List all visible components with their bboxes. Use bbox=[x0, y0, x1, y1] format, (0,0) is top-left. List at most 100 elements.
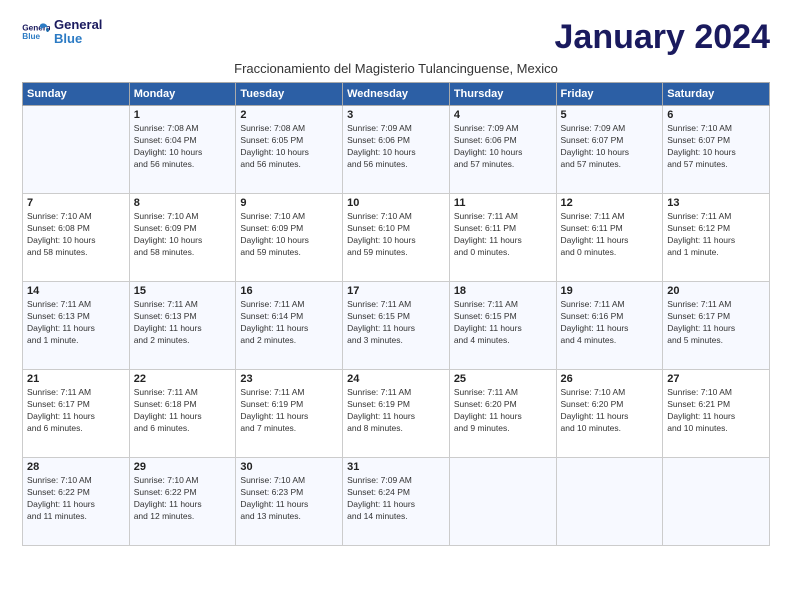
day-info: Sunrise: 7:11 AMSunset: 6:17 PMDaylight:… bbox=[27, 387, 125, 435]
logo-general: General bbox=[54, 18, 102, 32]
day-number: 3 bbox=[347, 109, 445, 121]
day-number: 26 bbox=[561, 373, 659, 385]
day-number: 2 bbox=[240, 109, 338, 121]
day-info: Sunrise: 7:10 AMSunset: 6:22 PMDaylight:… bbox=[134, 475, 232, 523]
table-row: 25Sunrise: 7:11 AMSunset: 6:20 PMDayligh… bbox=[449, 370, 556, 458]
day-number: 18 bbox=[454, 285, 552, 297]
day-number: 30 bbox=[240, 461, 338, 473]
table-row: 8Sunrise: 7:10 AMSunset: 6:09 PMDaylight… bbox=[129, 194, 236, 282]
day-info: Sunrise: 7:11 AMSunset: 6:16 PMDaylight:… bbox=[561, 299, 659, 347]
day-info: Sunrise: 7:10 AMSunset: 6:21 PMDaylight:… bbox=[667, 387, 765, 435]
day-info: Sunrise: 7:08 AMSunset: 6:05 PMDaylight:… bbox=[240, 123, 338, 171]
table-row bbox=[23, 106, 130, 194]
day-number: 1 bbox=[134, 109, 232, 121]
table-row: 21 Sunrise: 7:11 AMSunset: 6:17 PMDayligh… bbox=[23, 370, 130, 458]
table-row: 23 Sunrise: 7:11 AMSunset: 6:19 PMDayligh… bbox=[236, 370, 343, 458]
day-info: Sunrise: 7:09 AMSunset: 6:07 PMDaylight:… bbox=[561, 123, 659, 171]
day-info: Sunrise: 7:09 AMSunset: 6:06 PMDaylight:… bbox=[347, 123, 445, 171]
day-header-sunday: Sunday bbox=[23, 83, 130, 106]
day-info: Sunrise: 7:10 AMSunset: 6:23 PMDaylight:… bbox=[240, 475, 338, 523]
day-info: Sunrise: 7:11 AMSunset: 6:15 PMDaylight:… bbox=[347, 299, 445, 347]
table-row: 7 Sunrise: 7:10 AMSunset: 6:08 PMDaylight… bbox=[23, 194, 130, 282]
day-number: 6 bbox=[667, 109, 765, 121]
day-info: Sunrise: 7:10 AMSunset: 6:07 PMDaylight:… bbox=[667, 123, 765, 171]
table-row: 26 Sunrise: 7:10 AMSunset: 6:20 PMDayligh… bbox=[556, 370, 663, 458]
day-number: 12 bbox=[561, 197, 659, 209]
day-info: Sunrise: 7:09 AMSunset: 6:06 PMDaylight:… bbox=[454, 123, 552, 171]
table-row: 15 Sunrise: 7:11 AMSunset: 6:13 PMDayligh… bbox=[129, 282, 236, 370]
day-number: 29 bbox=[134, 461, 232, 473]
day-number: 28 bbox=[27, 461, 125, 473]
table-row: 31Sunrise: 7:09 AMSunset: 6:24 PMDayligh… bbox=[343, 458, 450, 546]
table-row: 16 Sunrise: 7:11 AMSunset: 6:14 PMDayligh… bbox=[236, 282, 343, 370]
table-row: 2 Sunrise: 7:08 AMSunset: 6:05 PMDaylight… bbox=[236, 106, 343, 194]
day-header-wednesday: Wednesday bbox=[343, 83, 450, 106]
day-number: 16 bbox=[240, 285, 338, 297]
table-row: 12 Sunrise: 7:11 AMSunset: 6:11 PMDayligh… bbox=[556, 194, 663, 282]
day-info: Sunrise: 7:11 AMSunset: 6:17 PMDaylight:… bbox=[667, 299, 765, 347]
day-info: Sunrise: 7:11 AMSunset: 6:19 PMDaylight:… bbox=[347, 387, 445, 435]
day-number: 10 bbox=[347, 197, 445, 209]
day-info: Sunrise: 7:11 AMSunset: 6:11 PMDaylight:… bbox=[454, 211, 552, 259]
day-number: 11 bbox=[454, 197, 552, 209]
day-header-tuesday: Tuesday bbox=[236, 83, 343, 106]
table-row: 18 Sunrise: 7:11 AMSunset: 6:15 PMDayligh… bbox=[449, 282, 556, 370]
day-number: 13 bbox=[667, 197, 765, 209]
day-info: Sunrise: 7:11 AMSunset: 6:19 PMDaylight:… bbox=[240, 387, 338, 435]
day-info: Sunrise: 7:11 AMSunset: 6:13 PMDaylight:… bbox=[134, 299, 232, 347]
table-row: 1 Sunrise: 7:08 AMSunset: 6:04 PMDaylight… bbox=[129, 106, 236, 194]
day-number: 4 bbox=[454, 109, 552, 121]
day-number: 9 bbox=[240, 197, 338, 209]
day-info: Sunrise: 7:11 AMSunset: 6:12 PMDaylight:… bbox=[667, 211, 765, 259]
calendar-subtitle: Fraccionamiento del Magisterio Tulancing… bbox=[22, 61, 770, 76]
day-header-monday: Monday bbox=[129, 83, 236, 106]
day-info: Sunrise: 7:10 AMSunset: 6:09 PMDaylight:… bbox=[240, 211, 338, 259]
day-header-friday: Friday bbox=[556, 83, 663, 106]
svg-text:Blue: Blue bbox=[22, 32, 40, 41]
table-row: 13 Sunrise: 7:11 AMSunset: 6:12 PMDayligh… bbox=[663, 194, 770, 282]
day-info: Sunrise: 7:09 AMSunset: 6:24 PMDaylight:… bbox=[347, 475, 445, 523]
day-number: 20 bbox=[667, 285, 765, 297]
table-row: 30 Sunrise: 7:10 AMSunset: 6:23 PMDayligh… bbox=[236, 458, 343, 546]
logo: General Blue General Blue bbox=[22, 18, 102, 47]
logo-blue: Blue bbox=[54, 32, 102, 46]
day-header-thursday: Thursday bbox=[449, 83, 556, 106]
day-number: 21 bbox=[27, 373, 125, 385]
day-number: 14 bbox=[27, 285, 125, 297]
table-row: 3 Sunrise: 7:09 AMSunset: 6:06 PMDaylight… bbox=[343, 106, 450, 194]
day-info: Sunrise: 7:10 AMSunset: 6:10 PMDaylight:… bbox=[347, 211, 445, 259]
table-row bbox=[449, 458, 556, 546]
table-row bbox=[663, 458, 770, 546]
day-header-saturday: Saturday bbox=[663, 83, 770, 106]
day-info: Sunrise: 7:10 AMSunset: 6:20 PMDaylight:… bbox=[561, 387, 659, 435]
table-row: 11 Sunrise: 7:11 AMSunset: 6:11 PMDayligh… bbox=[449, 194, 556, 282]
day-info: Sunrise: 7:11 AMSunset: 6:18 PMDaylight:… bbox=[134, 387, 232, 435]
day-info: Sunrise: 7:10 AMSunset: 6:08 PMDaylight:… bbox=[27, 211, 125, 259]
day-info: Sunrise: 7:11 AMSunset: 6:15 PMDaylight:… bbox=[454, 299, 552, 347]
day-number: 22 bbox=[134, 373, 232, 385]
table-row: 6 Sunrise: 7:10 AMSunset: 6:07 PMDaylight… bbox=[663, 106, 770, 194]
day-info: Sunrise: 7:11 AMSunset: 6:14 PMDaylight:… bbox=[240, 299, 338, 347]
day-number: 17 bbox=[347, 285, 445, 297]
day-number: 24 bbox=[347, 373, 445, 385]
day-number: 27 bbox=[667, 373, 765, 385]
day-number: 7 bbox=[27, 197, 125, 209]
table-row: 5Sunrise: 7:09 AMSunset: 6:07 PMDaylight… bbox=[556, 106, 663, 194]
day-info: Sunrise: 7:08 AMSunset: 6:04 PMDaylight:… bbox=[134, 123, 232, 171]
table-row: 10 Sunrise: 7:10 AMSunset: 6:10 PMDayligh… bbox=[343, 194, 450, 282]
day-number: 23 bbox=[240, 373, 338, 385]
day-info: Sunrise: 7:11 AMSunset: 6:13 PMDaylight:… bbox=[27, 299, 125, 347]
day-number: 15 bbox=[134, 285, 232, 297]
table-row: 14 Sunrise: 7:11 AMSunset: 6:13 PMDayligh… bbox=[23, 282, 130, 370]
table-row: 4 Sunrise: 7:09 AMSunset: 6:06 PMDaylight… bbox=[449, 106, 556, 194]
table-row: 29 Sunrise: 7:10 AMSunset: 6:22 PMDayligh… bbox=[129, 458, 236, 546]
day-number: 19 bbox=[561, 285, 659, 297]
table-row: 19 Sunrise: 7:11 AMSunset: 6:16 PMDayligh… bbox=[556, 282, 663, 370]
day-info: Sunrise: 7:10 AMSunset: 6:09 PMDaylight:… bbox=[134, 211, 232, 259]
table-row: 27 Sunrise: 7:10 AMSunset: 6:21 PMDayligh… bbox=[663, 370, 770, 458]
table-row: 9 Sunrise: 7:10 AMSunset: 6:09 PMDaylight… bbox=[236, 194, 343, 282]
day-info: Sunrise: 7:10 AMSunset: 6:22 PMDaylight:… bbox=[27, 475, 125, 523]
table-row: 17 Sunrise: 7:11 AMSunset: 6:15 PMDayligh… bbox=[343, 282, 450, 370]
day-info: Sunrise: 7:11 AMSunset: 6:11 PMDaylight:… bbox=[561, 211, 659, 259]
table-row: 28 Sunrise: 7:10 AMSunset: 6:22 PMDayligh… bbox=[23, 458, 130, 546]
